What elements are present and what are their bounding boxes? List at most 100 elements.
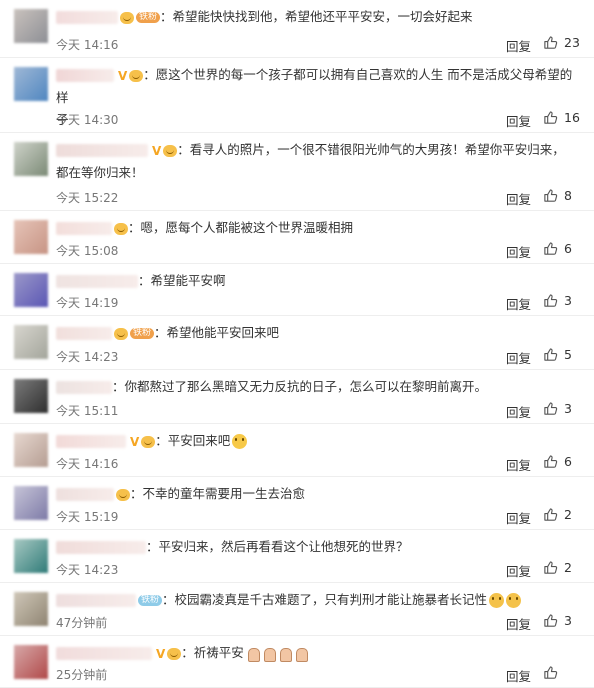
thumbs-up-icon — [543, 110, 564, 125]
username-blurred[interactable] — [56, 381, 112, 394]
username-blurred[interactable] — [56, 594, 136, 607]
thumbs-up-icon — [543, 454, 564, 469]
fan-badge: 铁粉 — [130, 328, 155, 339]
fan-badge: 铁粉 — [138, 595, 163, 606]
avatar[interactable] — [14, 142, 48, 176]
avatar[interactable] — [14, 9, 48, 43]
username-blurred[interactable] — [56, 488, 114, 501]
comment-text-continued: 都在等你归来！ — [56, 164, 144, 180]
like-button[interactable]: 8 — [543, 188, 572, 203]
like-button[interactable]: 6 — [543, 241, 572, 256]
comment-body: 铁粉 ：校园霸凌真是千古难题了，只有判刑才能让施暴者长记性 — [56, 589, 580, 611]
member-emoji-badge-icon — [120, 11, 134, 24]
like-button[interactable] — [543, 665, 564, 680]
praying-hands-emoji — [278, 647, 292, 662]
comment-item: 铁粉 ：校园霸凌真是千古难题了，只有判刑才能让施暴者长记性 47分钟前 回复 3 — [0, 583, 594, 636]
comment-item: V ：平安回来吧 今天 14:16 回复 6 — [0, 424, 594, 477]
comment-item: 铁粉 ：希望他能平安回来吧 今天 14:23 回复 5 — [0, 316, 594, 370]
like-button[interactable]: 2 — [543, 507, 572, 522]
comment-item: ：希望能平安啊 今天 14:19 回复 3 — [0, 264, 594, 316]
comment-text: ：祈祷平安 — [181, 645, 244, 660]
avatar[interactable] — [14, 379, 48, 413]
reply-button[interactable]: 回复 — [506, 36, 531, 55]
username-blurred[interactable] — [56, 647, 152, 660]
like-button[interactable]: 5 — [543, 347, 572, 362]
like-button[interactable]: 6 — [543, 454, 572, 469]
member-emoji-badge-icon — [129, 69, 144, 82]
crying-face-emoji — [489, 593, 505, 608]
like-button[interactable]: 3 — [543, 401, 572, 416]
praying-hands-emoji — [246, 647, 260, 662]
comment-item: ：嗯，愿每个人都能被这个世界温暖相拥 今天 15:08 回复 6 — [0, 211, 594, 264]
like-count: 3 — [564, 401, 572, 416]
reply-button[interactable]: 回复 — [506, 348, 531, 367]
comment-feed: 铁粉 ：希望能快快找到他，希望他还平平安安，一切会好起来 今天 14:16 回复 23 V… — [0, 0, 594, 688]
like-button[interactable]: 3 — [543, 613, 572, 628]
like-count: 2 — [564, 560, 572, 575]
username-blurred[interactable] — [56, 541, 146, 554]
reply-button[interactable]: 回复 — [506, 614, 531, 633]
comment-text: ：嗯，愿每个人都能被这个世界温暖相拥 — [128, 220, 354, 235]
comment-time: 今天 15:22 — [56, 191, 119, 205]
comment-text: ：希望他能平安回来吧 — [154, 325, 280, 340]
reply-button[interactable]: 回复 — [506, 508, 531, 527]
username-blurred[interactable] — [56, 222, 112, 235]
avatar[interactable] — [14, 325, 48, 359]
thumbs-up-icon — [543, 241, 564, 256]
comment-body: ：不幸的童年需要用一生去治愈 — [56, 483, 580, 505]
worried-face-emoji — [232, 434, 248, 449]
reply-button[interactable]: 回复 — [506, 561, 531, 580]
comment-body: 铁粉 ：希望他能平安回来吧 — [56, 322, 580, 344]
comment-time: 今天 15:19 — [56, 510, 119, 524]
avatar[interactable] — [14, 645, 48, 679]
thumbs-up-icon — [543, 401, 564, 416]
member-emoji-badge-icon — [163, 144, 178, 157]
like-count: 5 — [564, 347, 572, 362]
member-emoji-badge-icon — [116, 488, 130, 501]
reply-button[interactable]: 回复 — [506, 294, 531, 313]
username-blurred[interactable] — [56, 144, 148, 157]
thumbs-up-icon — [543, 613, 564, 628]
thumbs-up-icon — [543, 188, 564, 203]
reply-button[interactable]: 回复 — [506, 111, 531, 130]
like-count: 23 — [564, 35, 580, 50]
comment-text: ：希望能平安啊 — [138, 273, 226, 288]
avatar[interactable] — [14, 592, 48, 626]
comment-text: ：不幸的童年需要用一生去治愈 — [130, 486, 306, 501]
member-emoji-badge-icon — [167, 647, 182, 660]
comment-time: 25分钟前 — [56, 668, 108, 682]
username-blurred[interactable] — [56, 69, 114, 82]
comment-item: ：平安归来，然后再看看这个让他想死的世界？ 今天 14:23 回复 2 — [0, 530, 594, 583]
comment-item: ：你都熬过了那么黑暗又无力反抗的日子，怎么可以在黎明前离开。 今天 15:11 回复… — [0, 370, 594, 424]
username-blurred[interactable] — [56, 327, 112, 340]
avatar[interactable] — [14, 433, 48, 467]
verified-v-icon: V — [152, 143, 162, 158]
like-button[interactable]: 2 — [543, 560, 572, 575]
reply-button[interactable]: 回复 — [506, 666, 531, 685]
reply-button[interactable]: 回复 — [506, 189, 531, 208]
username-blurred[interactable] — [56, 435, 126, 448]
comment-text: ：你都熬过了那么黑暗又无力反抗的日子，怎么可以在黎明前离开。 — [112, 379, 488, 394]
avatar[interactable] — [14, 539, 48, 573]
thumbs-up-icon — [543, 665, 564, 680]
like-button[interactable]: 3 — [543, 293, 572, 308]
member-emoji-badge-icon — [114, 327, 128, 340]
avatar[interactable] — [14, 220, 48, 254]
like-count: 8 — [564, 188, 572, 203]
avatar[interactable] — [14, 486, 48, 520]
comment-text: ：平安归来，然后再看看这个让他想死的世界？ — [146, 539, 409, 554]
reply-button[interactable]: 回复 — [506, 242, 531, 261]
like-button[interactable]: 16 — [543, 110, 580, 125]
avatar[interactable] — [14, 67, 48, 101]
verified-v-icon: V — [156, 646, 166, 661]
reply-button[interactable]: 回复 — [506, 455, 531, 474]
comment-time: 今天 14:23 — [56, 563, 119, 577]
username-blurred[interactable] — [56, 11, 118, 24]
comment-body: ：平安归来，然后再看看这个让他想死的世界？ — [56, 536, 580, 558]
like-count: 3 — [564, 293, 572, 308]
avatar[interactable] — [14, 273, 48, 307]
like-button[interactable]: 23 — [543, 35, 580, 50]
username-blurred[interactable] — [56, 275, 138, 288]
reply-button[interactable]: 回复 — [506, 402, 531, 421]
comment-item: V ：看寻人的照片，一个很不错很阳光帅气的大男孩！希望你平安归来， 都在等你归来！ 今… — [0, 133, 594, 211]
